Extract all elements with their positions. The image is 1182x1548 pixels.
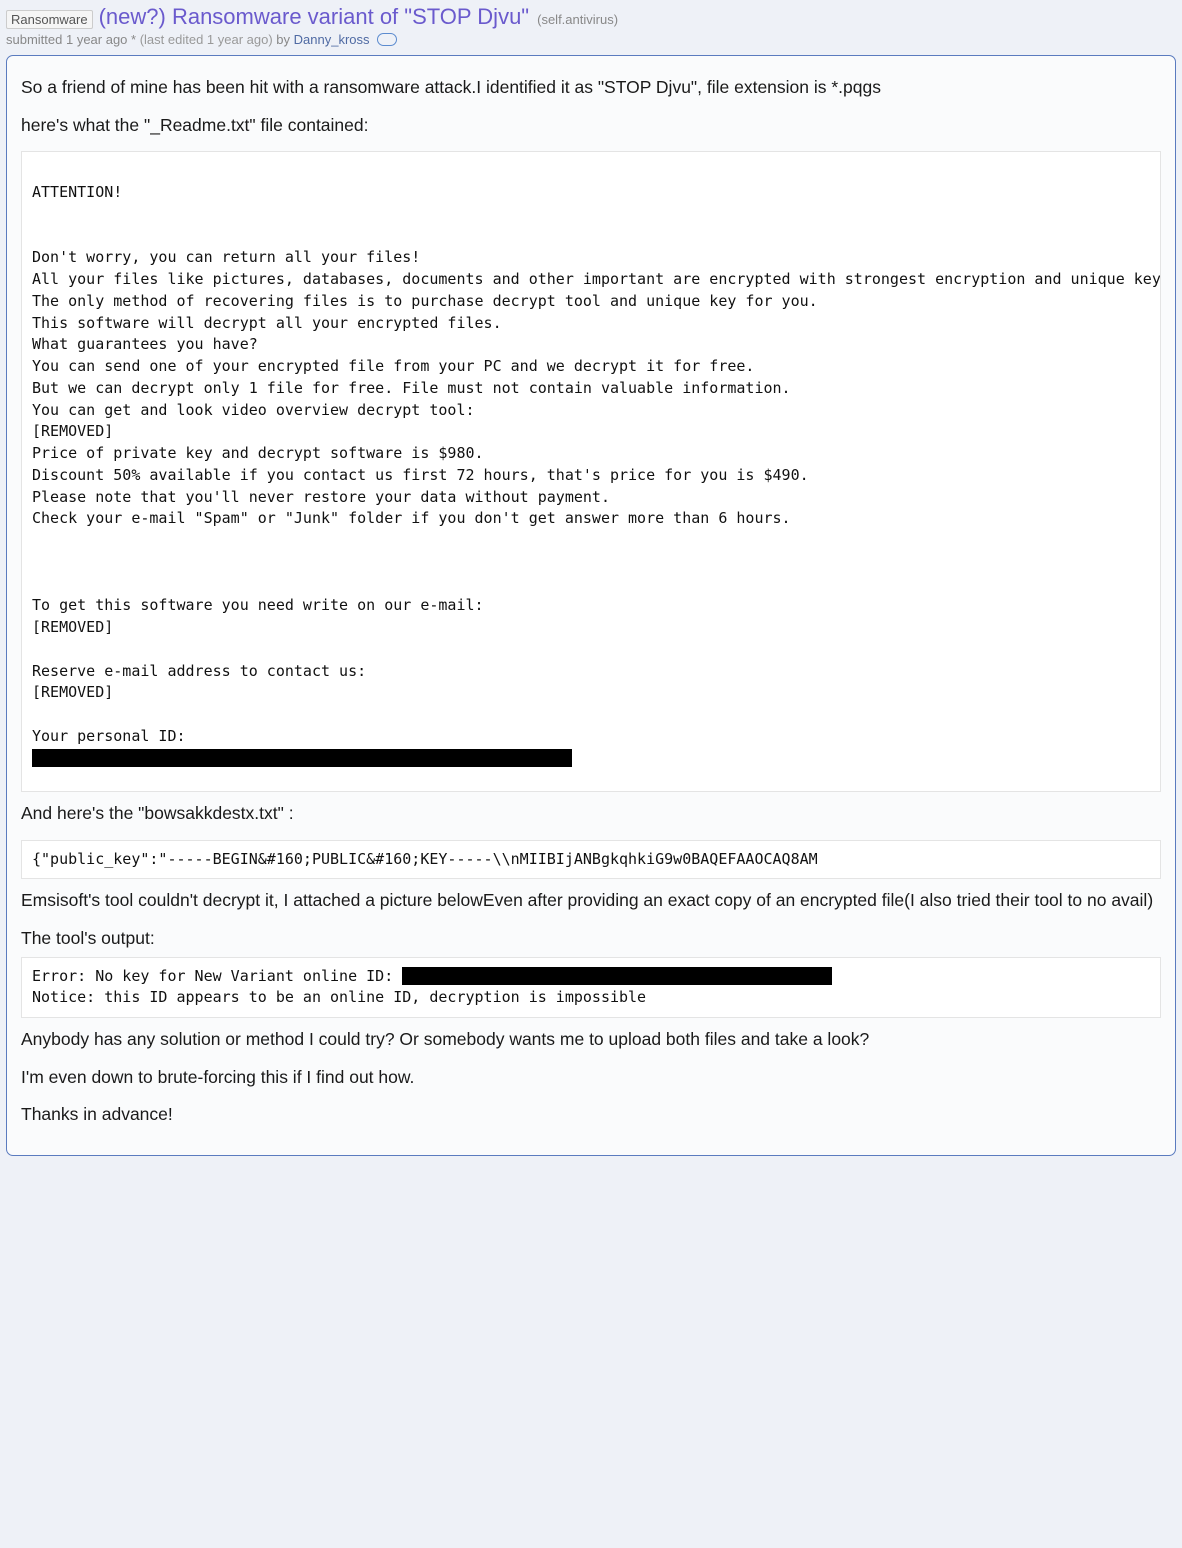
user-flair-icon	[377, 33, 397, 46]
author-link[interactable]: Danny_kross	[294, 32, 370, 47]
edited-label: (last edited 1 year ago)	[140, 32, 273, 47]
post-body: So a friend of mine has been hit with a …	[6, 55, 1176, 1156]
link-flair[interactable]: Ransomware	[6, 10, 93, 29]
code-text: Error: No key for New Variant online ID:	[32, 967, 402, 985]
post-domain[interactable]: (self.antivirus)	[537, 12, 618, 27]
code-block-tool-output[interactable]: Error: No key for New Variant online ID:…	[21, 957, 1161, 1019]
post-age: 1 year ago	[66, 32, 127, 47]
body-paragraph: And here's the "bowsakkdestx.txt" :	[21, 802, 1161, 826]
body-paragraph: The tool's output:	[21, 927, 1161, 951]
post-header: Ransomware (new?) Ransomware variant of …	[0, 0, 1182, 49]
code-text: Notice: this ID appears to be an online …	[32, 988, 646, 1006]
body-paragraph: So a friend of mine has been hit with a …	[21, 76, 1161, 100]
code-text: ATTENTION! Don't worry, you can return a…	[32, 183, 1161, 745]
body-paragraph: Emsisoft's tool couldn't decrypt it, I a…	[21, 889, 1161, 913]
code-block-readme[interactable]: ATTENTION! Don't worry, you can return a…	[21, 151, 1161, 792]
redacted-id	[32, 749, 572, 767]
post-tagline: submitted 1 year ago * (last edited 1 ye…	[6, 32, 1176, 47]
body-paragraph: Anybody has any solution or method I cou…	[21, 1028, 1161, 1052]
body-paragraph: here's what the "_Readme.txt" file conta…	[21, 114, 1161, 138]
submitted-label: submitted	[6, 32, 66, 47]
redacted-online-id	[402, 967, 832, 985]
by-label: by	[273, 32, 294, 47]
post-title[interactable]: (new?) Ransomware variant of "STOP Djvu"	[99, 4, 530, 30]
edited-star: *	[127, 32, 139, 47]
body-paragraph: I'm even down to brute-forcing this if I…	[21, 1066, 1161, 1090]
code-block-key[interactable]: {"public_key":"-----BEGIN&#160;PUBLIC&#1…	[21, 840, 1161, 880]
body-paragraph: Thanks in advance!	[21, 1103, 1161, 1127]
code-text: {"public_key":"-----BEGIN&#160;PUBLIC&#1…	[32, 850, 818, 868]
